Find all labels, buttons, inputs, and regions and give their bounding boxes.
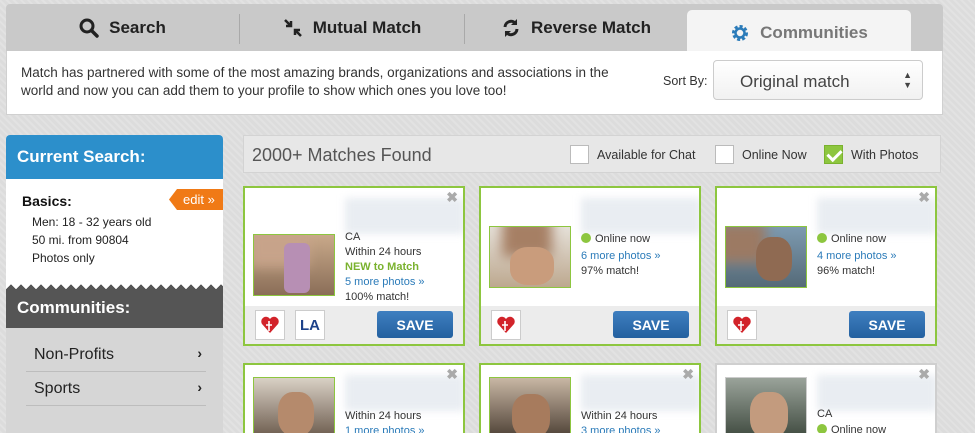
basics-distance: 50 mi. from 90804 bbox=[32, 233, 129, 247]
online-dot-icon bbox=[817, 424, 827, 433]
filter-label: With Photos bbox=[851, 147, 919, 162]
online-dot-icon bbox=[817, 233, 827, 243]
chevron-right-icon: › bbox=[197, 345, 202, 361]
more-photos-link[interactable]: 3 more photos » bbox=[581, 424, 661, 433]
communities-title: Communities: bbox=[6, 290, 223, 328]
close-icon[interactable]: ✖ bbox=[682, 366, 694, 383]
new-badge: NEW to Match bbox=[345, 261, 419, 273]
filter-online-now[interactable]: Online Now bbox=[715, 145, 807, 164]
card-footer: SAVE bbox=[481, 306, 699, 344]
basics-photos: Photos only bbox=[32, 251, 95, 265]
more-photos-link[interactable]: 1 more photos » bbox=[345, 424, 425, 433]
match-card[interactable]: ✖ CA Within 24 hours NEW to Match 5 more… bbox=[243, 186, 465, 346]
close-icon[interactable]: ✖ bbox=[918, 189, 930, 206]
match-card[interactable]: Online now 6 more photos » 97% match! SA… bbox=[479, 186, 701, 346]
close-icon[interactable]: ✖ bbox=[446, 189, 458, 206]
arrows-icon bbox=[283, 18, 303, 38]
basics-age: Men: 18 - 32 years old bbox=[32, 215, 152, 229]
info-bar: Match has partnered with some of the mos… bbox=[6, 51, 943, 115]
save-button[interactable]: SAVE bbox=[377, 311, 453, 338]
select-arrows-icon: ▲ ▼ bbox=[903, 70, 912, 90]
tab-mutual-match[interactable]: Mutual Match bbox=[240, 4, 464, 51]
profile-photo[interactable] bbox=[725, 226, 807, 288]
community-non-profits[interactable]: Non-Profits › bbox=[26, 338, 206, 372]
current-search-title: Current Search: bbox=[6, 135, 223, 179]
filter-available-for-chat[interactable]: Available for Chat bbox=[570, 145, 695, 164]
online-dot-icon bbox=[581, 233, 591, 243]
match-card[interactable]: ✖ CA Online now bbox=[715, 363, 937, 433]
online-label: Online now bbox=[831, 233, 887, 245]
more-photos-link[interactable]: 6 more photos » bbox=[581, 249, 661, 264]
match-card[interactable]: ✖ Within 24 hours 3 more photos » bbox=[479, 363, 701, 433]
last-active: Within 24 hours bbox=[345, 246, 422, 258]
tab-label: Mutual Match bbox=[312, 17, 422, 37]
checkbox-checked[interactable] bbox=[824, 145, 843, 164]
communities-description: Match has partnered with some of the mos… bbox=[21, 65, 609, 98]
profile-photo[interactable] bbox=[725, 377, 807, 433]
profile-photo[interactable] bbox=[253, 234, 335, 296]
community-sports[interactable]: Sports › bbox=[26, 372, 206, 406]
tab-reverse-match[interactable]: Reverse Match bbox=[465, 4, 687, 51]
sidebar: Current Search: Basics: edit » Men: 18 -… bbox=[6, 135, 223, 433]
tab-label: Search bbox=[109, 17, 166, 37]
location: CA bbox=[817, 408, 833, 420]
chevron-right-icon: › bbox=[197, 379, 202, 395]
heart-association-icon[interactable] bbox=[727, 310, 757, 340]
tab-bar: Search Mutual Match Reverse Match Commun… bbox=[6, 4, 943, 55]
close-icon[interactable]: ✖ bbox=[446, 366, 458, 383]
community-label: Sports bbox=[34, 380, 81, 397]
filter-label: Online Now bbox=[742, 147, 807, 162]
tab-communities[interactable]: Communities bbox=[687, 10, 911, 55]
reverse-icon bbox=[501, 18, 521, 38]
filter-label: Available for Chat bbox=[597, 147, 696, 162]
online-status: Online now bbox=[581, 232, 650, 247]
la-dodgers-icon[interactable]: LA bbox=[295, 310, 325, 340]
gear-icon bbox=[730, 23, 750, 43]
card-footer: SAVE bbox=[717, 306, 935, 344]
last-active: Within 24 hours bbox=[345, 410, 422, 422]
last-active: Within 24 hours bbox=[581, 410, 658, 422]
online-label: Online now bbox=[831, 424, 887, 433]
close-icon[interactable]: ✖ bbox=[918, 366, 930, 383]
online-status: Online now bbox=[817, 232, 886, 247]
communities-list: Non-Profits › Sports › bbox=[6, 328, 223, 433]
online-label: Online now bbox=[595, 233, 651, 245]
more-photos-link[interactable]: 5 more photos » bbox=[345, 275, 425, 290]
match-card[interactable]: ✖ Online now 4 more photos » 96% match! … bbox=[715, 186, 937, 346]
tab-label: Communities bbox=[760, 22, 868, 42]
save-button[interactable]: SAVE bbox=[849, 311, 925, 338]
profile-photo[interactable] bbox=[489, 226, 571, 288]
sort-value: Original match bbox=[740, 72, 850, 91]
save-button[interactable]: SAVE bbox=[613, 311, 689, 338]
online-status: Online now bbox=[817, 423, 886, 433]
card-footer: LA SAVE bbox=[245, 306, 463, 344]
profile-photo[interactable] bbox=[253, 377, 335, 433]
blurred-name bbox=[581, 198, 699, 234]
sort-select[interactable]: Original match ▲ ▼ bbox=[713, 60, 923, 100]
results-bar: 2000+ Matches Found Available for Chat O… bbox=[243, 135, 941, 173]
search-icon bbox=[79, 18, 99, 38]
community-label: Non-Profits bbox=[34, 346, 115, 363]
filter-with-photos[interactable]: With Photos bbox=[824, 145, 918, 164]
match-card[interactable]: ✖ Within 24 hours 1 more photos » bbox=[243, 363, 465, 433]
heart-association-icon[interactable] bbox=[491, 310, 521, 340]
more-photos-link[interactable]: 4 more photos » bbox=[817, 249, 897, 264]
match-percent: 96% match! bbox=[817, 265, 876, 277]
heart-association-icon[interactable] bbox=[255, 310, 285, 340]
tab-search[interactable]: Search bbox=[6, 4, 239, 51]
checkbox[interactable] bbox=[570, 145, 589, 164]
matches-found: 2000+ Matches Found bbox=[252, 145, 432, 165]
basics-title: Basics: bbox=[22, 193, 72, 209]
match-percent: 100% match! bbox=[345, 291, 410, 303]
tab-label: Reverse Match bbox=[530, 17, 651, 37]
match-percent: 97% match! bbox=[581, 265, 640, 277]
checkbox[interactable] bbox=[715, 145, 734, 164]
sort-label: Sort By: bbox=[663, 74, 708, 88]
location: CA bbox=[345, 231, 361, 243]
profile-photo[interactable] bbox=[489, 377, 571, 433]
edit-button[interactable]: edit » bbox=[169, 189, 223, 210]
